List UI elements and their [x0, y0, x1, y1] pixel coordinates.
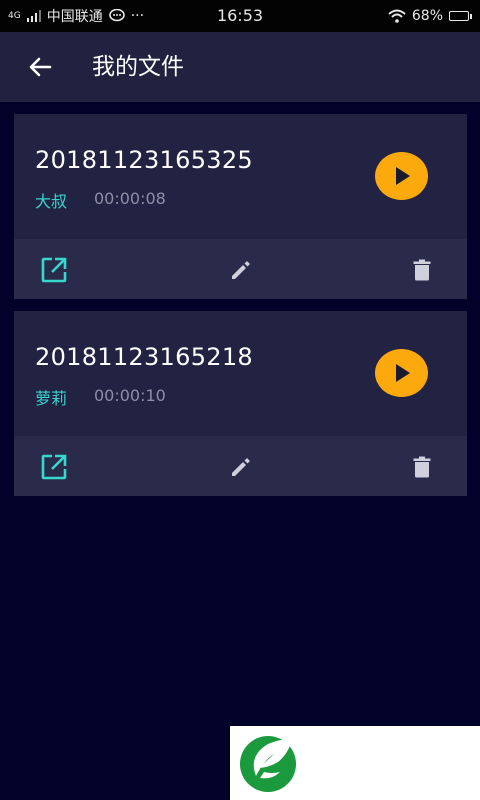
battery-percent: 68% — [411, 8, 443, 24]
arrow-left-icon — [29, 57, 52, 77]
status-left: 4G 中国联通 ··· — [8, 0, 144, 32]
edit-button[interactable] — [226, 255, 256, 285]
status-right: 68% — [388, 0, 472, 32]
more-notifications: ··· — [130, 8, 145, 24]
open-external-icon — [41, 454, 67, 480]
file-card-info: 20181123165325 大叔 00:00:08 — [14, 114, 467, 239]
play-button[interactable] — [375, 152, 428, 200]
pencil-icon — [232, 261, 250, 279]
file-name: 20181123165325 — [35, 146, 253, 174]
page-title: 我的文件 — [92, 54, 184, 80]
file-duration: 00:00:10 — [94, 386, 166, 405]
play-icon — [395, 167, 410, 185]
app-bar: 我的文件 — [0, 32, 480, 102]
voice-type: 大叔 — [35, 192, 68, 211]
file-actions — [14, 239, 467, 299]
message-icon — [108, 9, 125, 22]
edit-button[interactable] — [226, 452, 256, 482]
trash-icon — [413, 259, 431, 281]
file-duration: 00:00:08 — [94, 189, 166, 208]
carrier-name: 中国联通 — [46, 9, 103, 25]
file-name: 20181123165218 — [35, 343, 253, 371]
voice-type: 萝莉 — [35, 389, 68, 408]
pencil-icon — [232, 458, 250, 476]
signal-icon — [26, 10, 41, 22]
trash-icon — [413, 456, 431, 478]
file-actions — [14, 436, 467, 496]
file-card[interactable]: 20181123165325 大叔 00:00:08 — [14, 114, 467, 299]
network-type: 4G — [8, 10, 21, 21]
file-card[interactable]: 20181123165218 萝莉 00:00:10 — [14, 311, 467, 496]
wifi-icon — [388, 9, 406, 23]
back-button[interactable] — [22, 51, 58, 83]
open-external-icon — [41, 257, 67, 283]
delete-button[interactable] — [407, 255, 437, 285]
delete-button[interactable] — [407, 452, 437, 482]
play-icon — [395, 364, 410, 382]
share-button[interactable] — [39, 452, 69, 482]
play-button[interactable] — [375, 349, 428, 397]
status-bar: 4G 中国联通 ··· 16:53 68% — [0, 0, 480, 32]
battery-icon — [449, 11, 472, 21]
share-button[interactable] — [39, 255, 69, 285]
leaf-logo-icon — [240, 736, 296, 792]
watermark-logo-box — [230, 726, 480, 800]
file-card-info: 20181123165218 萝莉 00:00:10 — [14, 311, 467, 436]
